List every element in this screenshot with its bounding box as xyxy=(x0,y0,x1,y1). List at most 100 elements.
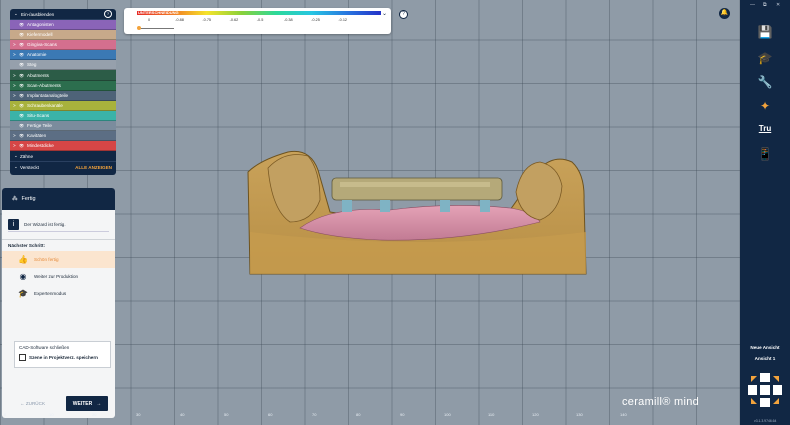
close-cad-label: CAD-Software schließen xyxy=(19,345,70,350)
eye-icon[interactable]: 👁 xyxy=(19,42,27,47)
mortarboard-icon[interactable]: 🎓 xyxy=(757,50,773,66)
step-expert[interactable]: 🎓 Expertenmodus xyxy=(2,285,115,302)
restore-icon[interactable]: ⧉ xyxy=(763,2,767,8)
layer-row[interactable]: 👁 Kiefermodell xyxy=(10,30,116,41)
scale-tick: 0 xyxy=(148,18,151,22)
hidden-label: Versteckt xyxy=(20,164,39,170)
checkbox-icon[interactable] xyxy=(19,354,26,361)
layer-panel-title: Ein-/ausblenden xyxy=(21,11,55,17)
layer-row[interactable]: 👁 Antagonisten xyxy=(10,20,116,31)
eye-icon[interactable]: 👁 xyxy=(19,52,27,57)
ruler-label: 130 xyxy=(576,412,583,417)
eye-icon[interactable]: 👁 xyxy=(19,93,27,98)
close-icon[interactable]: ✕ xyxy=(776,2,780,8)
3d-model-view[interactable] xyxy=(240,140,600,280)
implant-abutment xyxy=(342,200,352,212)
ruler-label: 50 xyxy=(224,412,229,417)
color-scale-panel: UNTERSCHNEIDUNG 0 -0.88 -0.75 -0.62 -0.5 -0.3… xyxy=(124,8,408,34)
layer-row[interactable]: > 👁 Schraubenkanäle xyxy=(10,100,116,111)
collapse-chevron-icon[interactable]: ⌄ xyxy=(14,11,21,17)
wizard-title: Fertig xyxy=(21,196,36,202)
eye-icon[interactable]: 👁 xyxy=(19,83,27,88)
layer-row[interactable]: > 👁 Gingiva-Scans xyxy=(10,40,116,51)
view-cube-icon[interactable] xyxy=(745,370,785,410)
phone-icon[interactable]: 📱 xyxy=(757,146,773,162)
next-button[interactable]: WEITER → xyxy=(66,396,108,411)
layer-row[interactable]: > 👁 Abutments xyxy=(10,70,116,81)
globe-icon: ◉ xyxy=(19,272,27,281)
scale-label: UNTERSCHNEIDUNG xyxy=(138,10,179,15)
notification-icon[interactable]: 🔔 xyxy=(719,8,730,19)
teeth-row[interactable]: ⌄ Zähne xyxy=(10,151,116,161)
layer-visibility-panel: ⌄ Ein-/ausblenden ? 👁 Antagonisten 👁 Kiefer… xyxy=(10,9,116,175)
layer-row[interactable]: 👁 Fertige Teile xyxy=(10,120,116,132)
layer-row[interactable]: 👁 Situ-Scans xyxy=(10,110,116,121)
ruler-label: 60 xyxy=(268,412,273,417)
thumbs-up-icon: 👍 xyxy=(18,255,28,264)
help-icon[interactable]: ? xyxy=(104,10,112,18)
slider-handle[interactable] xyxy=(137,26,141,30)
bar-restoration xyxy=(331,177,503,201)
tru-button[interactable]: Tru xyxy=(757,121,773,137)
layer-row[interactable]: > 👁 Mindestdicke xyxy=(10,141,116,152)
wrench-icon[interactable]: 🔧 xyxy=(757,74,773,90)
eye-icon[interactable]: 👁 xyxy=(19,123,27,128)
ruler-label: .10 xyxy=(48,412,54,417)
ceramill-logo: ceramill® mind xyxy=(622,396,700,408)
scale-tick: -0.25 xyxy=(311,18,320,22)
step-label: Schön fertig xyxy=(34,257,59,262)
view-1-label[interactable]: Ansicht 1 xyxy=(740,356,790,361)
mortarboard-icon: 🎓 xyxy=(18,289,28,298)
save-icon[interactable]: 💾 xyxy=(757,24,773,40)
eye-icon[interactable]: 👁 xyxy=(19,62,27,67)
step-done[interactable]: 👍 Schön fertig xyxy=(2,251,115,268)
eye-icon[interactable]: 👁 xyxy=(19,73,27,78)
layer-label: Steg xyxy=(27,62,37,68)
minimize-icon[interactable]: — xyxy=(750,2,755,8)
layer-label: Kavitäten xyxy=(27,133,47,139)
eye-icon[interactable]: 👁 xyxy=(19,133,27,138)
right-toolbar: — ⧉ ✕ 💾 🎓 🔧 ✦ Tru 📱 Neue Ansicht Ansicht… xyxy=(740,0,790,425)
ruler-label: 20 xyxy=(92,412,97,417)
layer-label: Gingiva-Scans xyxy=(27,42,57,48)
ruler-label: 0 xyxy=(4,412,7,417)
layer-row[interactable]: > 👁 Kavitäten xyxy=(10,131,116,142)
slider-track[interactable] xyxy=(139,28,174,29)
scale-tick: -0.5 xyxy=(256,18,264,22)
close-cad-box: CAD-Software schließen Szene in Projektv… xyxy=(14,341,111,368)
layer-label: Anatomie xyxy=(27,52,47,58)
show-all-button[interactable]: ALLE ANZEIGEN xyxy=(75,165,112,170)
wizard-header: ⁂ Fertig xyxy=(2,188,115,210)
ruler-label: 100 xyxy=(444,412,451,417)
layer-row[interactable]: > 👁 Anatomie xyxy=(10,50,116,61)
ruler-label: 90 xyxy=(400,412,405,417)
teeth-tool-icon[interactable]: ✦ xyxy=(757,98,773,114)
hidden-row[interactable]: ⌄ Versteckt ALLE ANZEIGEN xyxy=(10,161,116,172)
wizard-panel: ⁂ Fertig i Der Wizard ist fertig. Nächst… xyxy=(2,188,115,418)
eye-icon[interactable]: 👁 xyxy=(19,103,27,108)
step-production[interactable]: ◉ Weiter zur Produktion xyxy=(2,268,115,285)
ruler-label: 120 xyxy=(532,412,539,417)
eye-icon[interactable]: 👁 xyxy=(19,32,27,37)
eye-icon[interactable]: 👁 xyxy=(19,113,27,118)
arrow-right-icon: → xyxy=(96,400,102,407)
layer-panel-header[interactable]: ⌄ Ein-/ausblenden ? xyxy=(10,9,116,20)
wizard-info: i Der Wizard ist fertig. xyxy=(8,217,109,232)
back-button[interactable]: ← ZURÜCK xyxy=(20,401,45,406)
layer-row[interactable]: > 👁 Scan-Abutments xyxy=(10,80,116,91)
new-view-button[interactable]: Neue Ansicht xyxy=(740,345,790,350)
scale-tick: -0.88 xyxy=(175,18,184,22)
ruler-label: 40 xyxy=(180,412,185,417)
help-icon[interactable]: ? xyxy=(399,10,408,19)
save-scene-checkbox[interactable]: Szene in Projektverz. speichern xyxy=(19,354,106,361)
eye-icon[interactable]: 👁 xyxy=(19,22,27,27)
layer-label: Implantatanalogteile xyxy=(27,92,69,98)
step-label: Expertenmodus xyxy=(34,291,67,296)
layer-row[interactable]: > 👁 Implantatanalogteile xyxy=(10,90,116,101)
layer-label: Schraubenkanäle xyxy=(27,102,63,108)
dropdown-chevron-icon[interactable]: ⌄ xyxy=(382,10,387,17)
layer-row[interactable]: 👁 Steg xyxy=(10,60,116,71)
layer-label: Scan-Abutments xyxy=(27,82,61,88)
next-label: WEITER xyxy=(72,400,93,407)
eye-icon[interactable]: 👁 xyxy=(19,143,27,148)
